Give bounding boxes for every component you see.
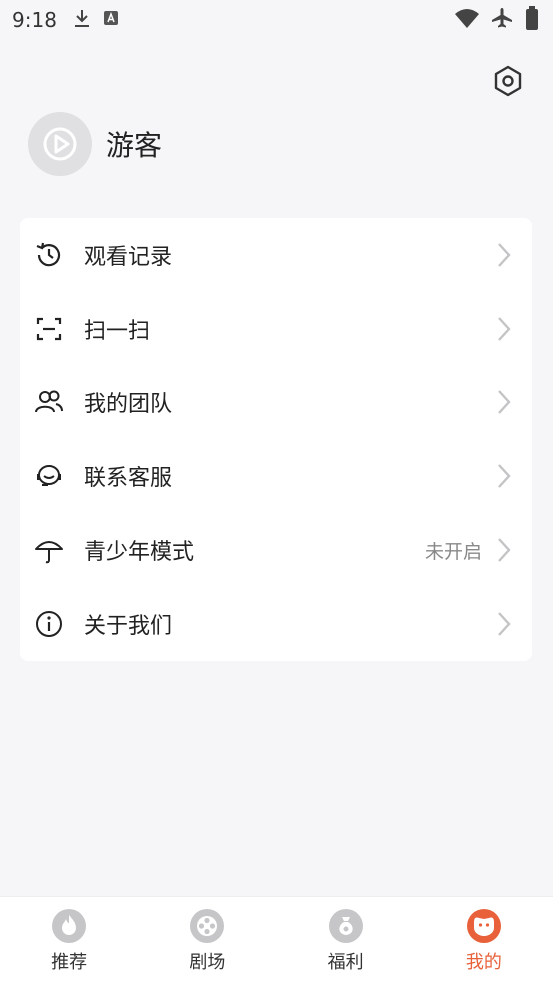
info-icon	[34, 609, 64, 639]
profile-header[interactable]: 游客	[28, 112, 162, 176]
chevron-right-icon	[498, 243, 511, 267]
money-bag-icon	[328, 908, 363, 943]
app-notification-icon	[103, 10, 119, 30]
nav-tab-theater[interactable]: 剧场	[138, 897, 276, 984]
settings-button[interactable]	[491, 64, 525, 98]
status-time: 9:18	[12, 8, 57, 32]
airplane-icon	[491, 7, 513, 33]
chevron-right-icon	[498, 612, 511, 636]
film-reel-icon	[190, 908, 225, 943]
history-clock-icon	[34, 240, 64, 270]
scan-icon	[34, 314, 64, 344]
bottom-nav: 推荐 剧场 福利 我的	[0, 896, 553, 984]
nav-label: 剧场	[189, 951, 226, 973]
menu-item-about-us[interactable]: 关于我们	[20, 587, 532, 661]
chevron-right-icon	[498, 464, 511, 489]
nav-label: 福利	[327, 951, 364, 973]
avatar[interactable]	[28, 112, 92, 176]
menu-item-youth-mode[interactable]: 青少年模式 未开启	[20, 513, 532, 587]
menu-item-label: 扫一扫	[84, 318, 151, 344]
menu-item-customer-service[interactable]: 联系客服	[20, 439, 532, 513]
menu-item-label: 关于我们	[84, 613, 173, 639]
menu-item-label: 观看记录	[84, 244, 173, 270]
menu-item-label: 青少年模式	[84, 540, 195, 566]
status-bar: 9:18	[0, 0, 553, 40]
chevron-right-icon	[498, 390, 511, 415]
menu-card: 观看记录 扫一扫 我的团队 联系客服 青少年模式 未开启 关于我们	[20, 218, 532, 661]
headset-icon	[34, 461, 64, 491]
username: 游客	[106, 129, 163, 162]
face-icon	[466, 908, 501, 943]
wifi-icon	[455, 8, 479, 32]
play-logo-icon	[43, 127, 77, 161]
menu-item-label: 我的团队	[84, 392, 173, 418]
chevron-right-icon	[498, 316, 511, 341]
umbrella-icon	[34, 535, 64, 565]
battery-icon	[525, 6, 539, 34]
nav-tab-mine[interactable]: 我的	[415, 897, 553, 984]
download-icon	[73, 8, 91, 32]
nav-label: 推荐	[51, 951, 88, 973]
nav-label: 我的	[465, 951, 502, 973]
menu-item-watch-history[interactable]: 观看记录	[20, 218, 532, 292]
menu-item-my-team[interactable]: 我的团队	[20, 366, 532, 440]
menu-item-scan[interactable]: 扫一扫	[20, 292, 532, 366]
flame-icon	[52, 908, 87, 943]
menu-item-label: 联系客服	[84, 466, 173, 492]
team-people-icon	[34, 387, 64, 417]
chevron-right-icon	[498, 538, 511, 562]
hexagon-settings-icon	[494, 65, 522, 97]
nav-tab-welfare[interactable]: 福利	[277, 897, 415, 984]
nav-tab-recommend[interactable]: 推荐	[0, 897, 138, 984]
youth-mode-status: 未开启	[424, 540, 482, 563]
